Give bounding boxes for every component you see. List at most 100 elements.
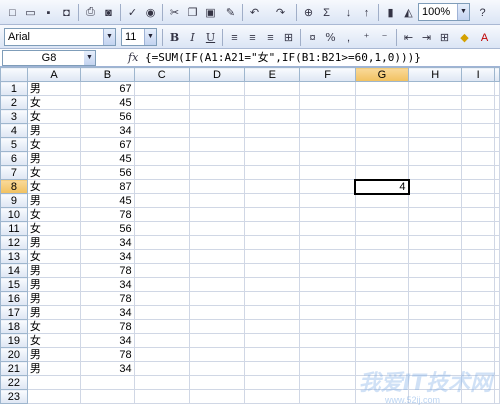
active-cell[interactable]: 4 [354, 178, 410, 195]
cell-a[interactable]: 女 [26, 179, 82, 194]
row-header[interactable]: 9 [0, 193, 28, 208]
column-header-f[interactable]: F [299, 67, 356, 82]
align-left-icon[interactable]: ≡ [226, 29, 243, 46]
cell-a[interactable]: 男 [26, 193, 82, 208]
row-header[interactable]: 10 [0, 207, 28, 222]
cell-b[interactable]: 56 [80, 165, 135, 180]
save-icon[interactable]: ▪ [40, 4, 57, 21]
cell-e[interactable] [244, 277, 301, 292]
cell-a[interactable]: 男 [26, 123, 82, 138]
cell-d[interactable] [188, 319, 246, 334]
cell-c[interactable] [133, 123, 190, 138]
cell-c[interactable] [133, 263, 190, 278]
merge-center-icon[interactable]: ⊞ [280, 29, 297, 46]
cell-overflow[interactable] [494, 207, 500, 222]
column-header-d[interactable]: D [188, 67, 246, 82]
cell-c[interactable] [133, 319, 190, 334]
cell-c[interactable] [133, 95, 190, 110]
cell-h[interactable] [408, 277, 463, 292]
row-header[interactable]: 20 [0, 347, 28, 362]
name-box[interactable]: G8 ▼ [2, 50, 96, 66]
row-header[interactable]: 4 [0, 123, 28, 138]
cell-a[interactable]: 女 [26, 109, 82, 124]
row-header[interactable]: 17 [0, 305, 28, 320]
cell-d[interactable] [188, 263, 246, 278]
row-header[interactable]: 11 [0, 221, 28, 236]
row-header[interactable]: 8 [0, 179, 28, 194]
cell-i[interactable] [461, 193, 495, 208]
cell-a[interactable]: 女 [26, 137, 82, 152]
cell-f[interactable] [299, 137, 356, 152]
cell-d[interactable] [188, 221, 246, 236]
cell-overflow[interactable] [494, 333, 500, 348]
cut-icon[interactable]: ✂ [166, 4, 183, 21]
cell-h[interactable] [408, 193, 463, 208]
cell-d[interactable] [188, 389, 246, 404]
column-header-e[interactable]: E [244, 67, 301, 82]
cell-e[interactable] [244, 123, 301, 138]
cell-h[interactable] [408, 291, 463, 306]
cell-c[interactable] [133, 305, 190, 320]
cell-d[interactable] [188, 235, 246, 250]
cell-g[interactable] [354, 249, 410, 264]
cell-d[interactable] [188, 305, 246, 320]
undo-icon[interactable]: ↶ [246, 4, 263, 21]
cell-e[interactable] [244, 151, 301, 166]
cell-i[interactable] [461, 263, 495, 278]
currency-icon[interactable]: ¤ [304, 29, 321, 46]
cell-f[interactable] [299, 389, 356, 404]
cell-b[interactable]: 34 [80, 235, 135, 250]
cell-e[interactable] [244, 109, 301, 124]
cell-b[interactable]: 78 [80, 319, 135, 334]
cell-a[interactable]: 女 [26, 207, 82, 222]
cell-e[interactable] [244, 235, 301, 250]
cell-i[interactable] [461, 305, 495, 320]
cell-f[interactable] [299, 263, 356, 278]
cell-c[interactable] [133, 347, 190, 362]
cell-b[interactable]: 56 [80, 221, 135, 236]
cell-a[interactable]: 男 [26, 151, 82, 166]
cell-b[interactable]: 34 [80, 123, 135, 138]
column-header-overflow[interactable] [494, 67, 500, 82]
cell-overflow[interactable] [494, 375, 500, 390]
print-preview-icon[interactable]: ◙ [100, 4, 117, 21]
cell-b[interactable]: 78 [80, 207, 135, 222]
cell-h[interactable] [408, 207, 463, 222]
cell-b[interactable]: 45 [80, 95, 135, 110]
cell-f[interactable] [299, 361, 356, 376]
cell-b[interactable]: 56 [80, 109, 135, 124]
open-folder-icon[interactable]: ▭ [22, 4, 39, 21]
drawing-icon[interactable]: ◭ [400, 4, 417, 21]
cell-e[interactable] [244, 221, 301, 236]
sort-ascending-icon[interactable]: ↓ [340, 4, 357, 21]
paste-icon[interactable]: ▣ [202, 4, 219, 21]
cell-a[interactable]: 男 [26, 361, 82, 376]
cell-h[interactable] [408, 221, 463, 236]
cell-overflow[interactable] [494, 361, 500, 376]
cell-h[interactable] [408, 305, 463, 320]
copy-icon[interactable]: ❐ [184, 4, 201, 21]
select-all-corner[interactable] [0, 67, 28, 82]
cell-i[interactable] [461, 235, 495, 250]
zoom-select[interactable]: 100% ▼ [418, 3, 470, 21]
cell-f[interactable] [299, 235, 356, 250]
cell-overflow[interactable] [494, 165, 500, 180]
cell-e[interactable] [244, 375, 301, 390]
cell-b[interactable]: 78 [80, 291, 135, 306]
cell-c[interactable] [133, 207, 190, 222]
cell-d[interactable] [188, 137, 246, 152]
cell-c[interactable] [133, 109, 190, 124]
cell-c[interactable] [133, 375, 190, 390]
cell-c[interactable] [133, 81, 190, 96]
cell-e[interactable] [244, 347, 301, 362]
cell-g[interactable] [354, 165, 410, 180]
sort-descending-icon[interactable]: ↑ [358, 4, 375, 21]
cell-a[interactable]: 女 [26, 319, 82, 334]
cell-b[interactable]: 34 [80, 249, 135, 264]
cell-g[interactable] [354, 193, 410, 208]
cell-h[interactable] [408, 179, 463, 194]
cell-f[interactable] [299, 347, 356, 362]
cell-g[interactable] [354, 151, 410, 166]
cell-f[interactable] [299, 151, 356, 166]
font-color-icon[interactable]: A [476, 29, 493, 46]
